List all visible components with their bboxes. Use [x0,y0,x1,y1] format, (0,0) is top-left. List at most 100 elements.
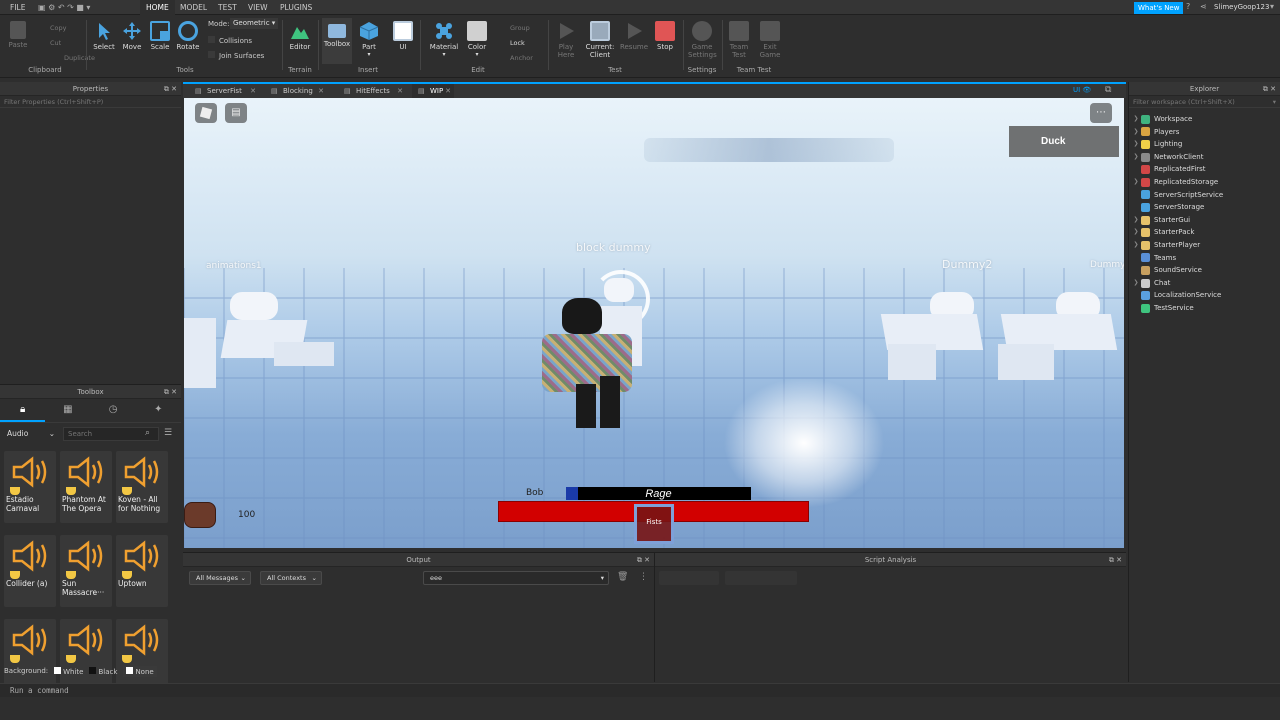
bg-white-option[interactable]: White [54,666,83,676]
explorer-item[interactable]: ❯ Workspace [1131,113,1280,126]
explorer-item[interactable]: ❯ Players [1131,126,1280,139]
whats-new-button[interactable]: What's New [1134,2,1184,14]
ui-button[interactable]: UI [391,21,415,51]
errors-filter-button[interactable] [659,571,719,585]
bg-black-option[interactable]: Black [89,666,117,676]
scale-button[interactable]: Scale [148,21,172,51]
toolbox-button[interactable]: Toolbox [322,18,352,64]
share-icon[interactable]: ⋖ [1200,2,1207,11]
chevron-right-icon[interactable]: ❯ [1131,277,1141,290]
grid-icon[interactable]: ▦ [45,399,90,422]
chevron-right-icon[interactable]: ❯ [1131,126,1141,139]
chevron-down-icon[interactable]: ▾ [1273,96,1276,108]
tab-test[interactable]: TEST [212,0,243,15]
color-button[interactable]: Color ▾ [465,21,489,58]
username[interactable]: SlimeyGoop123 [1214,3,1269,11]
fists-hotbar-slot[interactable]: Fists [634,504,674,544]
trash-icon[interactable]: 🗑︎ [617,572,628,582]
chevron-down-icon[interactable]: ▾ [465,51,489,58]
category-select[interactable]: Audio ⌄ [4,427,58,441]
tab-home[interactable]: HOME [140,0,175,15]
exit-game-button[interactable]: Exit Game [758,21,782,59]
chevron-down-icon[interactable]: ▾ [1270,2,1274,11]
chevron-right-icon[interactable]: ❯ [1131,113,1141,126]
lock-icon[interactable]: 🔒︎ [0,399,46,422]
close-icon[interactable]: ⧉ ✕ [1263,82,1276,96]
close-icon[interactable]: ⧉ ✕ [164,385,177,399]
roblox-menu-button[interactable] [195,103,217,123]
chevron-right-icon[interactable]: ❯ [1131,239,1141,252]
chevron-right-icon[interactable]: ❯ [1131,226,1141,239]
fullscreen-icon[interactable]: ⧉ [1105,85,1111,95]
lock-button[interactable]: Lock [498,36,533,51]
close-icon[interactable]: ✕ [445,84,451,99]
command-bar-input[interactable]: Run a command [0,683,1280,697]
asset-item[interactable]: Uptown [116,535,168,607]
more-options-icon[interactable]: ⋮ [639,572,648,582]
player-character[interactable] [536,298,636,433]
asset-item[interactable] [4,619,56,691]
filter-icon[interactable]: ☰ [164,428,172,438]
close-icon[interactable]: ⧉ ✕ [637,553,650,567]
output-search-input[interactable]: eee ▾ [423,571,609,585]
part-button[interactable]: Part ▾ [357,21,381,58]
game-settings-button[interactable]: Game Settings [688,21,717,59]
asset-item[interactable] [60,619,112,691]
chevron-down-icon[interactable]: ▾ [429,51,459,58]
chevron-right-icon[interactable]: ❯ [1131,138,1141,151]
asset-item[interactable]: Phantom At The Opera [60,451,112,523]
chevron-down-icon[interactable]: ▾ [357,51,381,58]
mode-select[interactable]: Geometric ▾ [230,18,278,29]
explorer-item[interactable]: ❯ StarterPack [1131,226,1280,239]
properties-filter-input[interactable]: Filter Properties (Ctrl+Shift+P) [0,96,181,108]
asset-item[interactable] [116,619,168,691]
clock-icon[interactable]: ◷ [91,399,136,422]
join-surfaces-toggle[interactable]: Join Surfaces [208,51,264,60]
explorer-item[interactable]: TestService [1131,302,1280,315]
chevron-right-icon[interactable]: ❯ [1131,176,1141,189]
file-menu[interactable]: FILE [4,0,31,15]
team-test-button[interactable]: Team Test [727,21,751,59]
explorer-item[interactable]: ❯ Chat [1131,277,1280,290]
search-icon[interactable]: ⌕ [145,428,150,438]
explorer-filter-input[interactable]: Filter workspace (Ctrl+Shift+X) ▾ [1129,96,1280,108]
checkbox[interactable] [208,36,215,43]
paste-button[interactable]: Paste [6,21,30,49]
asset-item[interactable]: Estadio Carnaval [4,451,56,523]
explorer-item[interactable]: ❯ NetworkClient [1131,151,1280,164]
explorer-item[interactable]: ❯ ReplicatedStorage [1131,176,1280,189]
explorer-item[interactable]: ServerStorage [1131,201,1280,214]
bg-none-option[interactable]: None [123,665,157,677]
bulb-icon[interactable]: ✦ [136,399,181,422]
terrain-editor-button[interactable]: Editor [287,21,313,51]
play-here-button[interactable]: Play Here [553,21,579,59]
resume-button[interactable]: Resume [619,21,649,51]
dummy-left[interactable] [204,288,344,388]
game-viewport[interactable]: ▤ ⋯ Duck block dummy animations1 Dummy2 … [184,98,1124,548]
explorer-item[interactable]: LocalizationService [1131,289,1280,302]
close-icon[interactable]: ✕ [397,84,403,99]
tab-wip[interactable]: ▤ WIP ✕ [412,84,454,99]
explorer-item[interactable]: ❯ Lighting [1131,138,1280,151]
explorer-item[interactable]: SoundService [1131,264,1280,277]
tab-hiteffects[interactable]: ▤ HitEffects ✕ [338,84,406,99]
explorer-item[interactable]: ReplicatedFirst [1131,163,1280,176]
dummy-right[interactable] [996,288,1124,388]
ui-visibility-toggle[interactable]: UI 👁︎ [1073,86,1091,94]
chevron-right-icon[interactable]: ❯ [1131,214,1141,227]
tab-model[interactable]: MODEL [174,0,213,15]
group-button[interactable]: Group [498,21,533,36]
close-icon[interactable]: ✕ [318,84,324,99]
close-icon[interactable]: ✕ [250,84,256,99]
asset-item[interactable]: Koven - All for Nothing [116,451,168,523]
chat-icon[interactable]: ▤ [225,103,247,123]
chevron-right-icon[interactable]: ❯ [1131,151,1141,164]
tab-plugins[interactable]: PLUGINS [274,0,318,15]
duck-button[interactable]: Duck [1009,126,1119,157]
explorer-item[interactable]: Teams [1131,252,1280,265]
checkbox[interactable] [208,51,215,58]
tab-blocking[interactable]: ▤ Blocking ✕ [265,84,327,99]
asset-item[interactable]: Collider (a) [4,535,56,607]
tab-view[interactable]: VIEW [242,0,274,15]
message-filter-select[interactable]: All Messages ⌄ [189,571,251,585]
